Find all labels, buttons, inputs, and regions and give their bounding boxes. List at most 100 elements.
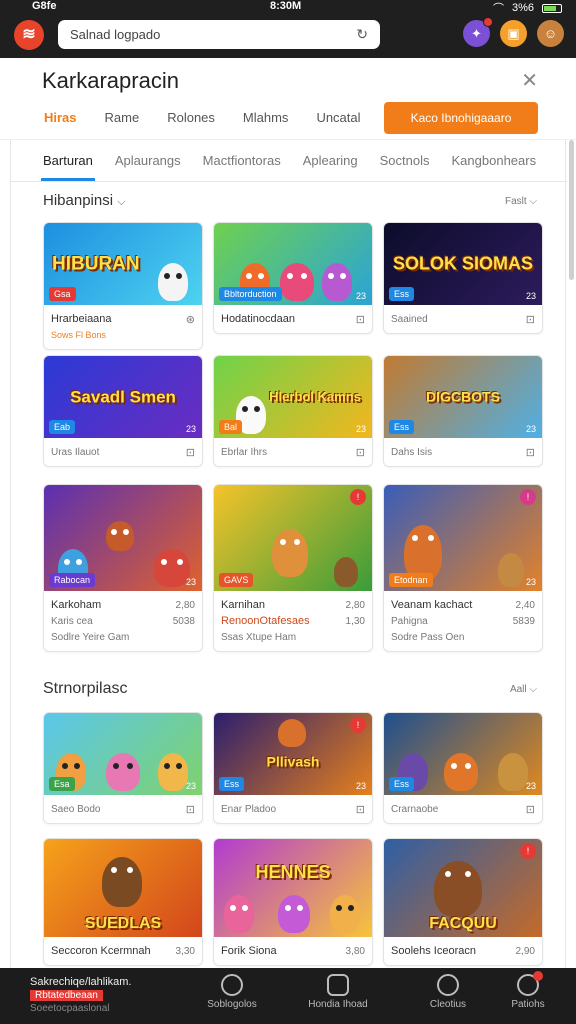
game-card[interactable]: HENNES Forik Siona 3,80 xyxy=(213,838,373,966)
bookmark-icon[interactable]: ⊡ xyxy=(356,313,365,326)
game-logo-text: Hlerbol Kamns xyxy=(269,389,361,404)
section-more-link[interactable]: Aall ⌵ xyxy=(510,684,537,695)
tab-mlahms[interactable]: Mlahms xyxy=(243,110,289,125)
game-thumbnail: SUEDLAS xyxy=(44,839,202,937)
mascot-figure xyxy=(158,263,188,301)
bookmark-icon[interactable]: ⊡ xyxy=(356,446,365,459)
chevron-down-icon[interactable]: ⌵ xyxy=(117,196,125,208)
game-logo-text: SUEDLAS xyxy=(84,915,162,932)
game-subtitle: RenoonOtafesaes xyxy=(221,615,310,627)
game-badge: Gsa xyxy=(49,287,76,301)
game-badge: Etodnan xyxy=(389,573,433,587)
tab-uncatal[interactable]: Uncatal xyxy=(316,110,360,125)
game-meta: Ebrlar Ihrs ⊡ xyxy=(214,438,372,466)
category-tab[interactable]: Aplearing xyxy=(303,153,358,168)
bookmark-icon[interactable]: ⊡ xyxy=(186,803,195,816)
nav-item-patiohs[interactable]: Patiohs xyxy=(488,971,568,1010)
mascot-figure xyxy=(278,895,310,933)
notification-icon[interactable]: ✦ xyxy=(463,17,493,47)
promo-banner[interactable]: Sakrechiqe/lahlikam. Rbtatedbeaan Soeeto… xyxy=(30,976,190,1014)
mascot-figure xyxy=(272,529,308,577)
game-card[interactable]: Savadl Smen Eab 23 Uras Ilauot ⊡ xyxy=(43,355,203,467)
section-more-link[interactable]: Faslt ⌵ xyxy=(505,196,537,207)
category-tab[interactable]: Kangbonhears xyxy=(452,153,537,168)
tab-rolones[interactable]: Rolones xyxy=(167,110,215,125)
mascot-figure xyxy=(434,861,482,917)
game-subtitle: Pahigna xyxy=(391,615,428,627)
tab-hiras[interactable]: Hiras xyxy=(44,110,77,125)
game-name: Saained xyxy=(391,313,428,325)
category-tab[interactable]: Soctnols xyxy=(380,153,430,168)
game-logo-text: FACQUU xyxy=(429,915,497,932)
game-count: 23 xyxy=(525,424,536,434)
game-meta: Enar Pladoo ⊡ xyxy=(214,795,372,823)
nav-item-hondia-ihoad[interactable]: Hondia Ihoad xyxy=(298,974,378,1010)
game-thumbnail: Hlerbol Kamns Bal 23 xyxy=(214,356,372,438)
avatar[interactable]: ☺ xyxy=(537,20,564,47)
game-card[interactable]: Esa 23 Saeo Bodo ⊡ xyxy=(43,712,203,824)
game-meta: Hodatinocdaan ⊡ xyxy=(214,305,372,333)
section-title: Hibanpinsi ⌵ xyxy=(43,192,126,209)
game-meta: Saeo Bodo ⊡ xyxy=(44,795,202,823)
cta-button[interactable]: Kaco Ibnohigaaaro xyxy=(384,102,538,134)
game-thumbnail: Pllivash ! Ess 23 xyxy=(214,713,372,795)
game-badge: Ess xyxy=(389,420,415,434)
category-tab[interactable]: Barturan xyxy=(41,153,95,181)
game-card[interactable]: SOLOK SIOMAS Ess 23 Saained ⊡ xyxy=(383,222,543,334)
top-bar: G8fe 8:30M ⌒ 3%6 ≋ Salnad logpado ↻ ✦ ▣ … xyxy=(0,0,576,58)
bookmark-icon[interactable]: ⊛ xyxy=(186,313,195,326)
game-card[interactable]: Hlerbol Kamns Bal 23 Ebrlar Ihrs ⊡ xyxy=(213,355,373,467)
search-icon[interactable]: ↻ xyxy=(356,26,368,43)
bottom-nav: Sakrechiqe/lahlikam. Rbtatedbeaan Soeeto… xyxy=(0,968,576,1024)
game-name: Saeo Bodo xyxy=(51,803,101,815)
game-card[interactable]: HIBURAN Gsa Hrarbeiaana ⊛ Sows Fl Bons xyxy=(43,222,203,350)
bookmark-icon[interactable]: ⊡ xyxy=(356,803,365,816)
bookmark-icon[interactable]: ⊡ xyxy=(186,446,195,459)
wallet-icon[interactable]: ▣ xyxy=(500,20,527,47)
game-card[interactable]: ! Etodnan 23 Veanam kachact 2,40 Pahigna 5… xyxy=(383,484,543,652)
page-tabs: Hiras Rame Rolones Mlahms Uncatal xyxy=(44,110,389,125)
bookmark-icon[interactable]: ⊡ xyxy=(526,803,535,816)
app-logo-icon[interactable]: ≋ xyxy=(14,20,44,50)
game-card[interactable]: SUEDLAS Seccoron Kcermnah 3,30 xyxy=(43,838,203,966)
game-name: Karkoham xyxy=(51,599,102,611)
game-card[interactable]: Bbltorduction 23 Hodatinocdaan ⊡ xyxy=(213,222,373,334)
nav-item-soblogolos[interactable]: Soblogolos xyxy=(192,974,272,1010)
game-count: 23 xyxy=(525,577,536,587)
game-thumbnail: HENNES xyxy=(214,839,372,937)
search-icon xyxy=(437,974,459,996)
mascot-figure xyxy=(154,549,190,587)
game-card[interactable]: Ess 23 Crarnaobe ⊡ xyxy=(383,712,543,824)
bookmark-icon[interactable]: ⊡ xyxy=(526,446,535,459)
game-name: Hodatinocdaan xyxy=(221,313,296,325)
game-card[interactable]: DIGCBOTS Ess 23 Dahs Isis ⊡ xyxy=(383,355,543,467)
game-card[interactable]: ! GAVS Karnihan 2,80 RenoonOtafesaes 1,30 … xyxy=(213,484,373,652)
game-badge: Bal xyxy=(219,420,243,434)
game-card[interactable]: Rabocan 23 Karkoham 2,80 Karis cea 5038 So… xyxy=(43,484,203,652)
bookmark-icon[interactable]: ⊡ xyxy=(526,313,535,326)
tab-rame[interactable]: Rame xyxy=(105,110,140,125)
nav-item-cleotius[interactable]: Cleotius xyxy=(408,974,488,1010)
mascot-figure xyxy=(334,557,358,587)
alert-icon[interactable]: ! xyxy=(520,843,536,859)
category-tab[interactable]: Mactfiontoras xyxy=(203,153,281,168)
game-meta: Crarnaobe ⊡ xyxy=(384,795,542,823)
game-name: Soolehs Iceoracn xyxy=(391,945,476,957)
close-icon[interactable]: ✕ xyxy=(521,68,538,93)
game-price: 2,40 xyxy=(515,599,535,611)
game-badge: Esa xyxy=(49,777,75,791)
search-input[interactable]: Salnad logpado ↻ xyxy=(58,20,380,49)
game-thumbnail: DIGCBOTS Ess 23 xyxy=(384,356,542,438)
alert-icon[interactable]: ! xyxy=(520,489,536,505)
game-provider: Ssas Xtupe Ham xyxy=(221,631,297,643)
alert-icon[interactable]: ! xyxy=(350,489,366,505)
game-count: 23 xyxy=(355,291,366,301)
scrollbar[interactable] xyxy=(569,140,574,280)
mascot-figure xyxy=(330,895,360,933)
alert-icon[interactable]: ! xyxy=(350,717,366,733)
game-card[interactable]: FACQUU ! Soolehs Iceoracn 2,90 xyxy=(383,838,543,966)
game-card[interactable]: Pllivash ! Ess 23 Enar Pladoo ⊡ xyxy=(213,712,373,824)
game-badge: Bbltorduction xyxy=(219,287,282,301)
profile-icon xyxy=(517,971,543,996)
category-tab[interactable]: Aplaurangs xyxy=(115,153,181,168)
